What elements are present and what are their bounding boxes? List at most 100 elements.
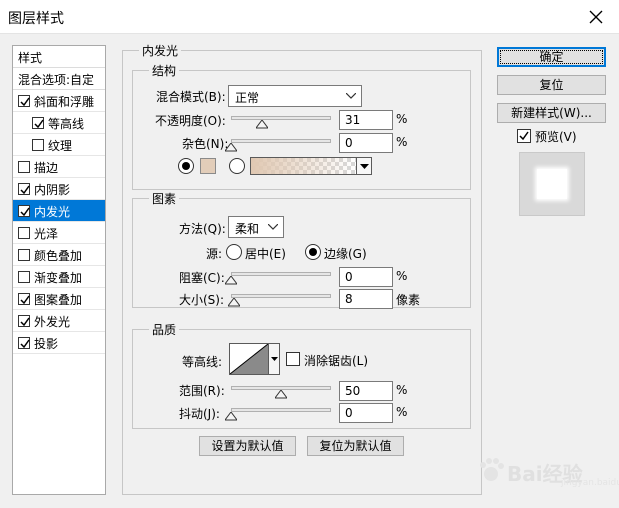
- range-label: 范围(R):: [179, 384, 225, 398]
- style-item-label: 渐变叠加: [34, 271, 83, 285]
- style-item-checkbox[interactable]: [18, 249, 30, 261]
- window-title: 图层样式: [8, 11, 64, 27]
- preview-swatch: [537, 169, 567, 199]
- noise-input[interactable]: 0: [339, 133, 393, 153]
- style-item-checkbox[interactable]: [18, 161, 30, 173]
- source-edge-label: 边缘(G): [324, 247, 367, 261]
- reset-default-button[interactable]: 复位为默认值: [307, 436, 404, 456]
- antialias-label: 消除锯齿(L): [304, 354, 369, 368]
- size-input[interactable]: 8: [339, 289, 393, 309]
- style-item[interactable]: 图案叠加: [13, 288, 105, 310]
- style-item[interactable]: 光泽: [13, 222, 105, 244]
- noise-slider[interactable]: [231, 139, 331, 143]
- triangle-down-icon: [271, 357, 278, 361]
- opacity-slider-thumb[interactable]: [256, 120, 268, 129]
- style-item-checkbox[interactable]: [18, 271, 30, 283]
- gradient-picker[interactable]: [250, 157, 357, 175]
- style-list: 样式 混合选项:自定 斜面和浮雕 等高线 纹理描边内阴影内发光光泽颜色叠加渐变叠加图…: [12, 45, 106, 495]
- range-input[interactable]: 50: [339, 381, 393, 401]
- opacity-unit: %: [396, 112, 408, 126]
- title-bar: 图层样式: [0, 0, 619, 34]
- blend-mode-label: 混合模式(B):: [156, 90, 226, 104]
- choke-label: 阻塞(C):: [179, 271, 225, 285]
- make-default-button[interactable]: 设置为默认值: [199, 436, 296, 456]
- check-icon: [20, 339, 30, 349]
- preview-checkbox[interactable]: [517, 129, 531, 143]
- jitter-label: 抖动(J):: [179, 407, 220, 421]
- check-icon: [20, 207, 30, 217]
- method-select[interactable]: 柔和: [228, 216, 284, 238]
- style-item[interactable]: 投影: [13, 332, 105, 354]
- style-item[interactable]: 内阴影: [13, 178, 105, 200]
- style-item[interactable]: 斜面和浮雕: [13, 90, 105, 112]
- reset-button[interactable]: 复位: [497, 75, 606, 95]
- style-item-checkbox[interactable]: [18, 337, 30, 349]
- check-icon: [34, 119, 44, 129]
- style-item-checkbox[interactable]: [18, 183, 30, 195]
- blend-mode-select[interactable]: 正常: [228, 85, 362, 107]
- style-item-label: 光泽: [34, 227, 59, 241]
- style-item[interactable]: 内发光: [13, 200, 105, 222]
- source-center-radio[interactable]: [226, 244, 242, 260]
- style-item[interactable]: 纹理: [13, 134, 105, 156]
- close-button[interactable]: [573, 0, 619, 34]
- style-item-checkbox[interactable]: [32, 117, 44, 129]
- style-item[interactable]: 颜色叠加: [13, 244, 105, 266]
- choke-unit: %: [396, 269, 408, 283]
- size-slider[interactable]: [231, 294, 331, 298]
- styles-header[interactable]: 样式: [13, 46, 105, 68]
- ok-button[interactable]: 确定: [497, 47, 606, 67]
- source-edge-radio[interactable]: [305, 244, 321, 260]
- range-slider-thumb[interactable]: [275, 390, 287, 399]
- size-slider-thumb[interactable]: [228, 298, 241, 307]
- preview-label: 预览(V): [535, 130, 577, 144]
- quality-title: 品质: [149, 321, 180, 338]
- style-item-checkbox[interactable]: [18, 205, 30, 217]
- jitter-slider-thumb[interactable]: [225, 412, 237, 421]
- source-center-label: 居中(E): [245, 247, 286, 261]
- panel-title: 内发光: [139, 42, 182, 59]
- glow-color-swatch[interactable]: [200, 158, 216, 174]
- opacity-slider[interactable]: [231, 116, 331, 120]
- close-icon: [589, 10, 603, 24]
- source-label: 源:: [206, 247, 223, 261]
- structure-title: 结构: [149, 62, 180, 79]
- check-icon: [519, 131, 529, 141]
- style-item-checkbox[interactable]: [18, 95, 30, 107]
- new-style-button[interactable]: 新建样式(W)...: [497, 103, 606, 123]
- style-item-label: 外发光: [34, 315, 71, 329]
- contour-picker[interactable]: [229, 343, 269, 375]
- structure-group: 结构 混合模式(B): 正常 不透明度(O): 31 % 杂色(N): 0 %: [132, 62, 471, 190]
- style-item[interactable]: 描边: [13, 156, 105, 178]
- choke-input[interactable]: 0: [339, 267, 393, 287]
- inner-glow-panel: 内发光 结构 混合模式(B): 正常 不透明度(O): 31 % 杂色(N): …: [122, 42, 482, 495]
- gradient-radio[interactable]: [229, 158, 245, 174]
- paw-logo-icon: [480, 458, 504, 481]
- style-item-checkbox[interactable]: [18, 227, 30, 239]
- blending-options-item[interactable]: 混合选项:自定: [13, 68, 105, 90]
- style-item-checkbox[interactable]: [32, 139, 44, 151]
- contour-dropdown[interactable]: [268, 343, 280, 375]
- style-item[interactable]: 渐变叠加: [13, 266, 105, 288]
- style-item-checkbox[interactable]: [18, 315, 30, 327]
- jitter-slider[interactable]: [231, 408, 331, 412]
- style-item-label: 内阴影: [34, 183, 71, 197]
- style-item-label: 描边: [34, 161, 59, 175]
- noise-slider-thumb[interactable]: [225, 143, 237, 152]
- style-item[interactable]: 等高线: [13, 112, 105, 134]
- jitter-input[interactable]: 0: [339, 403, 393, 423]
- style-item[interactable]: 外发光: [13, 310, 105, 332]
- noise-label: 杂色(N):: [182, 137, 229, 151]
- jitter-unit: %: [396, 405, 408, 419]
- gradient-dropdown[interactable]: [356, 157, 372, 175]
- style-item-checkbox[interactable]: [18, 293, 30, 305]
- solid-color-radio[interactable]: [178, 158, 194, 174]
- chevron-down-icon: [268, 224, 278, 230]
- opacity-input[interactable]: 31: [339, 110, 393, 130]
- check-icon: [20, 317, 30, 327]
- antialias-checkbox[interactable]: [286, 352, 300, 366]
- check-icon: [20, 97, 30, 107]
- choke-slider[interactable]: [231, 272, 331, 276]
- size-unit: 像素: [396, 293, 421, 307]
- choke-slider-thumb[interactable]: [225, 276, 237, 285]
